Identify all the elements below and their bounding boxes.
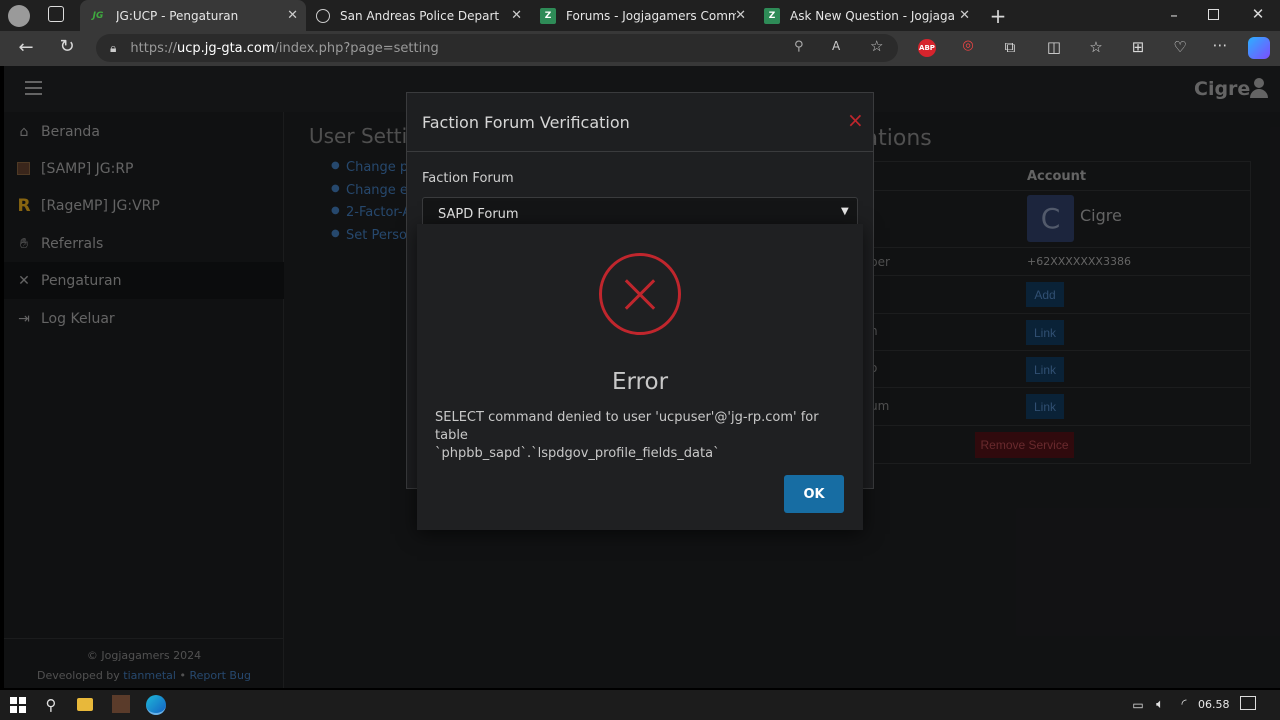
read-aloud-icon[interactable]: A [832,39,840,53]
url-prefix: https:// [130,40,177,56]
favorite-star-icon[interactable]: ☆ [870,37,883,55]
close-window-icon[interactable]: ✕ [1250,5,1266,23]
faction-forum-select[interactable]: SAPD Forum ▼ [422,197,858,227]
close-icon[interactable]: ✕ [287,8,298,23]
tab-title: San Andreas Police Department - [340,8,500,23]
url-domain: ucp.jg-gta.com [177,40,275,56]
error-message-line: `phpbb_sapd`.`lspdgov_profile_fields_dat… [435,446,720,461]
new-tab-icon[interactable]: + [988,4,1008,28]
minimize-icon[interactable]: – [1166,6,1182,24]
forum-favicon-icon: Z [764,7,780,24]
error-dialog: Error SELECT command denied to user 'ucp… [417,224,863,530]
notification-icon[interactable] [1240,696,1256,710]
maximize-icon[interactable] [1208,9,1219,20]
globe-icon [316,8,330,23]
edge-browser-icon[interactable] [146,695,166,715]
ok-button[interactable]: OK [784,475,844,513]
modal-title: Faction Forum Verification [422,113,630,132]
tab-title: Ask New Question - Jogjagamers [790,8,955,23]
extension-icon[interactable]: ◎ [958,38,978,53]
key-icon[interactable]: ⚲ [794,39,804,54]
close-icon[interactable]: × [847,108,864,132]
collections-icon[interactable]: ⊞ [1128,38,1148,56]
tab-title: JG:UCP - Pengaturan [116,8,239,23]
favorites-icon[interactable]: ☆ [1086,38,1106,56]
browser-tabbar: JG JG:UCP - Pengaturan ✕ San Andreas Pol… [0,0,1280,31]
wifi-icon[interactable]: ◜ [1174,695,1194,715]
windows-start-icon[interactable] [8,695,28,715]
close-icon[interactable]: ✕ [735,8,746,23]
adblock-icon[interactable]: ABP [918,39,936,57]
samp-app-icon[interactable] [112,695,130,713]
url-field[interactable]: 🔒︎ https://ucp.jg-gta.com/index.php?page… [96,34,898,62]
lock-icon: 🔒︎ [110,40,117,55]
split-screen-icon[interactable]: ◫ [1044,38,1064,56]
address-bar-row: ← ↻ 🔒︎ https://ucp.jg-gta.com/index.php?… [0,31,1280,66]
ucp-page: Cigre ⌂ Beranda [SAMP] JG:RP R [RageMP] … [4,66,1280,688]
more-menu-icon[interactable]: ⋯ [1210,36,1230,54]
health-icon[interactable]: ♡ [1170,38,1190,56]
windows-taskbar: ⚲ ▭ 🔈︎ ◜ 06.58 [0,690,1280,720]
select-value: SAPD Forum [438,207,519,222]
close-icon[interactable]: ✕ [959,8,970,23]
tab-actions-icon[interactable] [48,6,64,22]
tab-title: Forums - Jogjagamers Communi [566,8,736,23]
extensions-puzzle-icon[interactable]: ⧉ [1000,38,1020,56]
jg-favicon-icon: JG [92,10,104,21]
copilot-icon[interactable] [1248,37,1270,59]
faction-forum-label: Faction Forum [422,171,514,186]
profile-avatar-icon[interactable] [8,5,30,27]
volume-icon[interactable]: 🔈︎ [1150,695,1170,715]
file-explorer-icon[interactable] [77,698,93,711]
network-status-icon[interactable]: ▭ [1128,695,1148,715]
forum-favicon-icon: Z [540,7,556,24]
search-icon[interactable]: ⚲ [41,695,61,715]
url-path: /index.php?page=setting [274,40,439,56]
back-icon[interactable]: ← [16,37,36,58]
tab-jg-ucp[interactable]: JG JG:UCP - Pengaturan ✕ [80,0,306,31]
tab-ask-question[interactable]: Z Ask New Question - Jogjagamers ✕ [754,0,978,31]
error-message-line: SELECT command denied to user 'ucpuser'@… [435,410,819,443]
tab-forums[interactable]: Z Forums - Jogjagamers Communi ✕ [530,0,754,31]
refresh-icon[interactable]: ↻ [57,36,77,57]
error-title: Error [611,369,669,395]
close-icon[interactable]: ✕ [511,8,522,23]
chevron-down-icon: ▼ [841,206,849,217]
tab-sapd[interactable]: San Andreas Police Department - ✕ [306,0,530,31]
error-message: SELECT command denied to user 'ucpuser'@… [435,409,850,463]
clock-time[interactable]: 06.58 [1198,698,1230,711]
error-x-icon [599,253,681,335]
